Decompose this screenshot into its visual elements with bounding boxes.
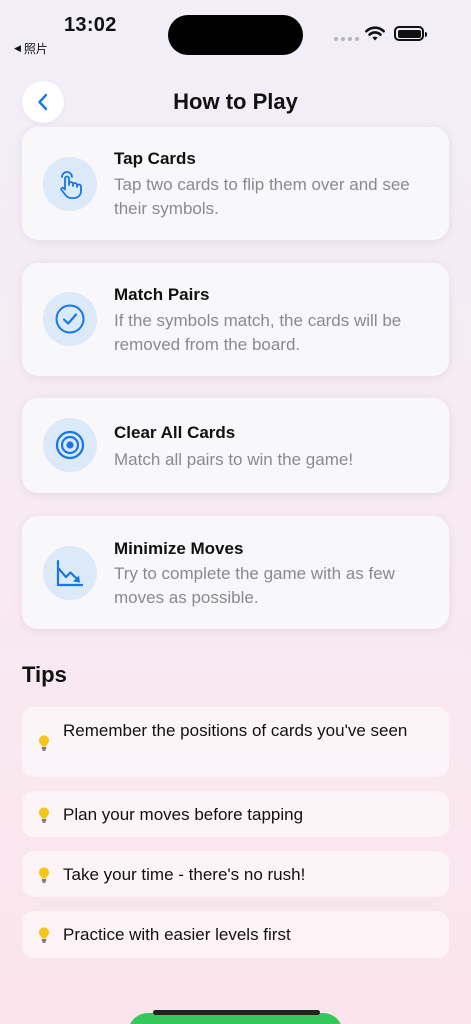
page-title: How to Play	[173, 89, 298, 114]
step-description: Match all pairs to win the game!	[114, 450, 354, 469]
step-description: Tap two cards to flip them over and see …	[114, 175, 410, 218]
tip-item: Remember the positions of cards you've s…	[22, 707, 449, 777]
chart-down-icon	[56, 559, 84, 587]
status-back-link[interactable]: ◀ 照片	[14, 40, 48, 57]
tip-text: Plan your moves before tapping	[63, 805, 304, 824]
icon-badge	[43, 157, 97, 211]
tip-item: Plan your moves before tapping	[22, 791, 449, 837]
tip-item: Practice with easier levels first	[22, 911, 449, 958]
icon-badge	[43, 546, 97, 600]
lightbulb-icon	[39, 927, 49, 943]
step-title: Clear All Cards	[114, 423, 236, 442]
step-card-tap-cards: Tap Cards Tap two cards to flip them ove…	[22, 127, 449, 240]
target-icon	[55, 430, 85, 460]
back-triangle-icon: ◀	[14, 43, 21, 53]
step-title: Minimize Moves	[114, 539, 244, 558]
step-card-minimize-moves: Minimize Moves Try to complete the game …	[22, 516, 449, 629]
step-card-clear-all: Clear All Cards Match all pairs to win t…	[22, 398, 449, 493]
wifi-icon	[365, 26, 385, 41]
icon-badge	[43, 418, 97, 472]
lightbulb-icon	[39, 807, 49, 823]
tip-text: Practice with easier levels first	[63, 925, 291, 944]
icon-badge	[43, 292, 97, 346]
dynamic-island	[168, 15, 303, 55]
step-description: Try to complete the game with as few mov…	[114, 564, 395, 607]
signal-icon	[334, 37, 359, 41]
step-title: Tap Cards	[114, 149, 196, 168]
step-description: If the symbols match, the cards will be …	[114, 311, 402, 354]
lightbulb-icon	[39, 867, 49, 883]
tip-item: Take your time - there's no rush!	[22, 851, 449, 897]
battery-icon	[394, 26, 427, 41]
status-back-label: 照片	[23, 42, 48, 56]
tip-text: Take your time - there's no rush!	[63, 865, 306, 884]
tips-heading: Tips	[22, 662, 67, 687]
step-card-match-pairs: Match Pairs If the symbols match, the ca…	[22, 263, 449, 376]
step-title: Match Pairs	[114, 285, 210, 304]
lightbulb-icon	[39, 735, 49, 751]
status-time: 13:02	[64, 14, 117, 36]
home-indicator	[153, 1010, 320, 1015]
checkmark-circle-icon	[55, 304, 85, 334]
tap-hand-icon	[60, 171, 82, 199]
tip-text: Remember the positions of cards you've s…	[63, 721, 408, 740]
